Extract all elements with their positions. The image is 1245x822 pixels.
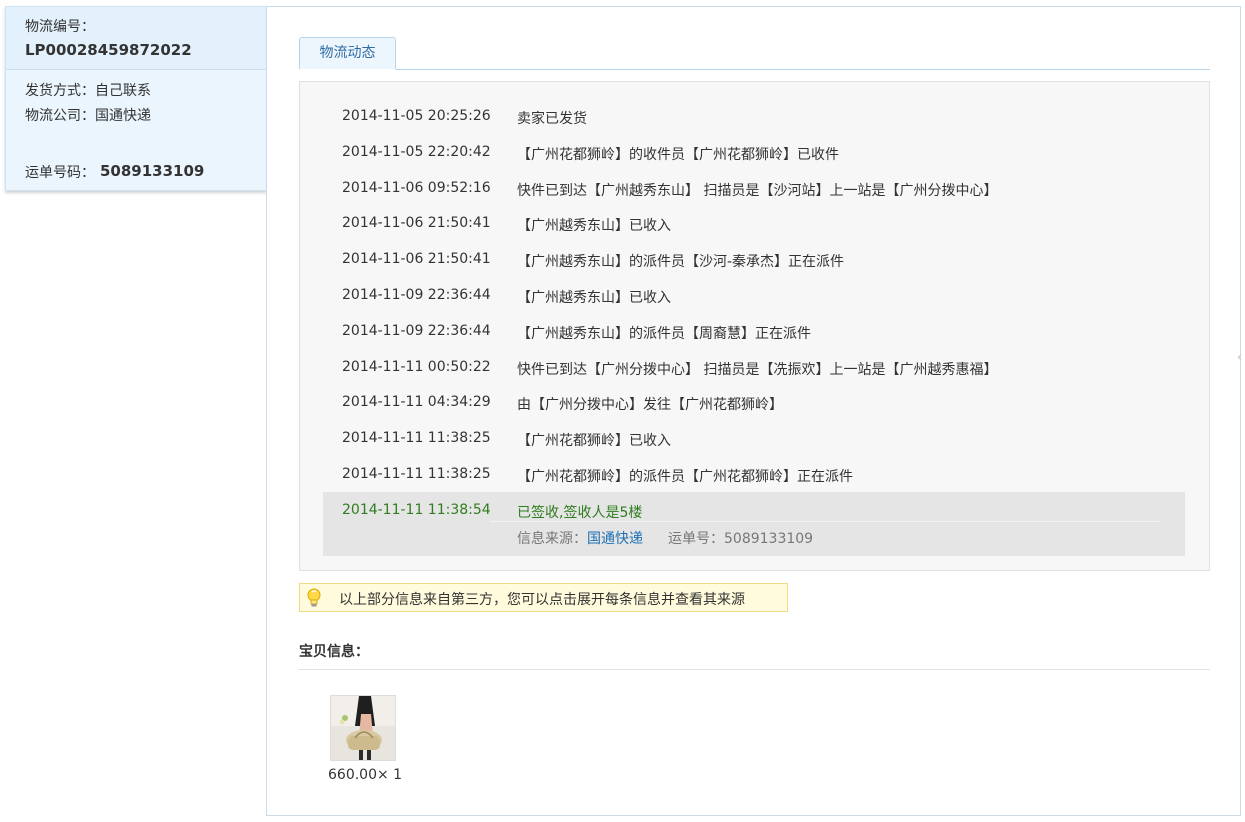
logistics-company: 物流公司：国通快递 xyxy=(25,108,151,124)
timeline-row[interactable]: 2014-11-06 21:50:41 【广州越秀东山】已收入 xyxy=(300,207,1209,243)
timeline-row[interactable]: 2014-11-06 09:52:16 快件已到达【广州越秀东山】 扫描员是【沙河… xyxy=(300,172,1209,208)
event-description: 【广州越秀东山】已收入 xyxy=(517,290,671,306)
event-time: 2014-11-11 04:34:29 xyxy=(342,394,491,411)
source-link[interactable]: 国通快递 xyxy=(587,531,643,547)
product-thumbnail[interactable] xyxy=(330,695,396,761)
event-description: 【广州越秀东山】的派件员【沙河-秦承杰】正在派件 xyxy=(517,254,845,271)
row-divider xyxy=(490,520,1160,522)
event-description: 【广州花都狮岭】的派件员【广州花都狮岭】正在派件 xyxy=(517,469,853,485)
timeline-row[interactable]: 2014-11-05 20:25:26 卖家已发货 xyxy=(300,100,1209,136)
event-description: 【广州花都狮岭】已收入 xyxy=(517,433,671,450)
timeline-row[interactable]: 2014-11-05 22:20:42 【广州花都狮岭】的收件员【广州花都狮岭】已… xyxy=(300,136,1209,172)
event-description: 卖家已发货 xyxy=(517,111,587,127)
tracking-timeline: 2014-11-05 20:25:26 卖家已发货 2014-11-05 22:20… xyxy=(299,81,1210,571)
event-time: 2014-11-05 20:25:26 xyxy=(342,108,491,124)
tracking-number: LP00028459872022 xyxy=(25,41,192,59)
event-time: 2014-11-09 22:36:44 xyxy=(342,287,491,303)
product-image xyxy=(331,696,395,760)
ship-method: 发货方式：自己联系 xyxy=(25,83,151,99)
tip-text: 以上部分信息来自第三方，您可以点击展开每条信息并查看其来源 xyxy=(339,592,745,608)
event-time: 2014-11-11 11:38:25 xyxy=(342,430,491,447)
timeline-row[interactable]: 2014-11-09 22:36:44 【广州越秀东山】已收入 xyxy=(300,279,1209,315)
timeline-row-signed[interactable]: 2014-11-11 11:38:54 已签收,签收人是5楼 xyxy=(300,494,1209,530)
waybill-number: 5089133109 xyxy=(100,162,205,180)
waybill-label: 运单号： xyxy=(668,530,724,547)
event-time: 2014-11-09 22:36:44 xyxy=(342,322,491,339)
waybill-label: 运单号码： xyxy=(25,165,95,181)
event-description: 快件已到达【广州分拨中心】 扫描员是【冼振欢】上一站是【广州越秀惠福】 xyxy=(517,361,998,378)
event-time: 2014-11-05 22:20:42 xyxy=(342,143,491,160)
tracking-label: 物流编号： xyxy=(25,19,95,35)
logistics-summary-card: 物流编号： LP00028459872022 发货方式：自己联系 物流公司：国通… xyxy=(5,6,267,191)
logistics-detail-panel: 物流动态 2014-11-05 20:25:26 卖家已发货 2014-11-05 … xyxy=(266,6,1241,816)
goods-heading: 宝贝信息： xyxy=(299,644,369,660)
timeline-row[interactable]: 2014-11-09 22:36:44 【广州越秀东山】的派件员【周裔慧】正在派件 xyxy=(300,315,1209,351)
event-time: 2014-11-11 11:38:54 xyxy=(342,501,491,518)
scroll-indicator: ‹ xyxy=(1237,350,1242,364)
timeline-row[interactable]: 2014-11-11 11:38:25 【广州花都狮岭】已收入 xyxy=(300,422,1209,458)
event-time: 2014-11-06 21:50:41 xyxy=(342,215,491,232)
lightbulb-icon xyxy=(307,588,321,607)
product-price-qty: 660.00× 1 xyxy=(328,767,403,783)
event-description: 已签收,签收人是5楼 xyxy=(517,504,643,521)
third-party-tip: 以上部分信息来自第三方，您可以点击展开每条信息并查看其来源 xyxy=(299,583,788,612)
event-time: 2014-11-11 00:50:22 xyxy=(342,358,491,375)
event-description: 【广州花都狮岭】的收件员【广州花都狮岭】已收件 xyxy=(517,146,839,163)
event-source-line: 信息来源：国通快递 运单号：5089133109 xyxy=(517,528,813,548)
timeline-row[interactable]: 2014-11-06 21:50:41 【广州越秀东山】的派件员【沙河-秦承杰】正… xyxy=(300,243,1209,279)
event-time: 2014-11-11 11:38:25 xyxy=(342,466,491,482)
source-label: 信息来源： xyxy=(517,530,587,547)
tab-bar: 物流动态 xyxy=(299,37,1210,70)
divider xyxy=(299,669,1210,670)
timeline-row[interactable]: 2014-11-11 04:34:29 由【广州分拨中心】发往【广州花都狮岭】 xyxy=(300,386,1209,422)
event-description: 快件已到达【广州越秀东山】 扫描员是【沙河站】上一站是【广州分拨中心】 xyxy=(517,182,998,199)
event-description: 【广州越秀东山】的派件员【周裔慧】正在派件 xyxy=(517,325,811,342)
event-description: 【广州越秀东山】已收入 xyxy=(517,218,671,235)
tab-logistics-status[interactable]: 物流动态 xyxy=(299,37,396,70)
timeline-row[interactable]: 2014-11-11 00:50:22 快件已到达【广州分拨中心】 扫描员是【冼振… xyxy=(300,351,1209,387)
timeline-row[interactable]: 2014-11-11 11:38:25 【广州花都狮岭】的派件员【广州花都狮岭】正… xyxy=(300,458,1209,494)
event-description: 由【广州分拨中心】发往【广州花都狮岭】 xyxy=(517,397,783,414)
event-time: 2014-11-06 21:50:41 xyxy=(342,251,491,268)
event-time: 2014-11-06 09:52:16 xyxy=(342,179,491,196)
waybill-number: 5089133109 xyxy=(724,530,814,547)
